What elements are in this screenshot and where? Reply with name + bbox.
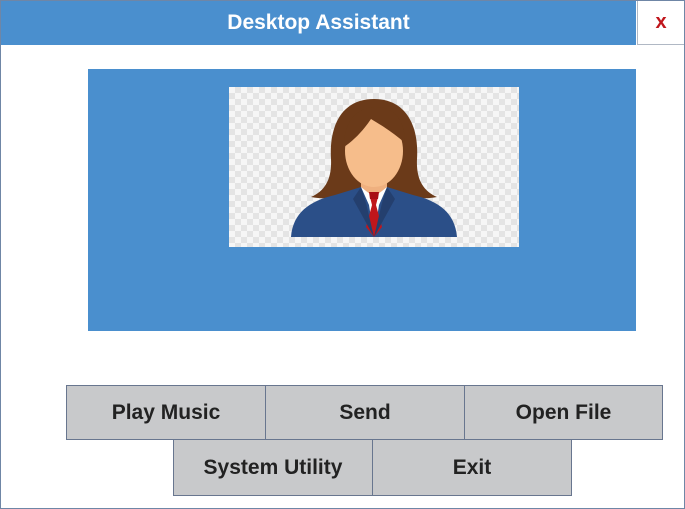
send-button[interactable]: Send [265, 385, 465, 440]
play-music-button[interactable]: Play Music [66, 385, 266, 440]
open-file-label: Open File [515, 400, 612, 424]
window-title: Desktop Assistant [227, 11, 410, 34]
assistant-window: Desktop Assistant x Play Music Send Open… [0, 0, 685, 509]
open-file-button[interactable]: Open File [464, 385, 663, 440]
exit-label: Exit [452, 455, 492, 479]
play-music-label: Play Music [111, 400, 221, 424]
title-bar: Desktop Assistant [1, 1, 636, 45]
close-button[interactable]: x [637, 1, 684, 45]
display-panel [88, 69, 636, 331]
exit-button[interactable]: Exit [372, 439, 572, 496]
close-icon: x [655, 11, 667, 33]
system-utility-button[interactable]: System Utility [173, 439, 373, 496]
system-utility-label: System Utility [203, 455, 343, 479]
avatar-frame [229, 87, 519, 247]
send-label: Send [339, 400, 391, 424]
female-assistant-avatar-icon [291, 99, 457, 237]
